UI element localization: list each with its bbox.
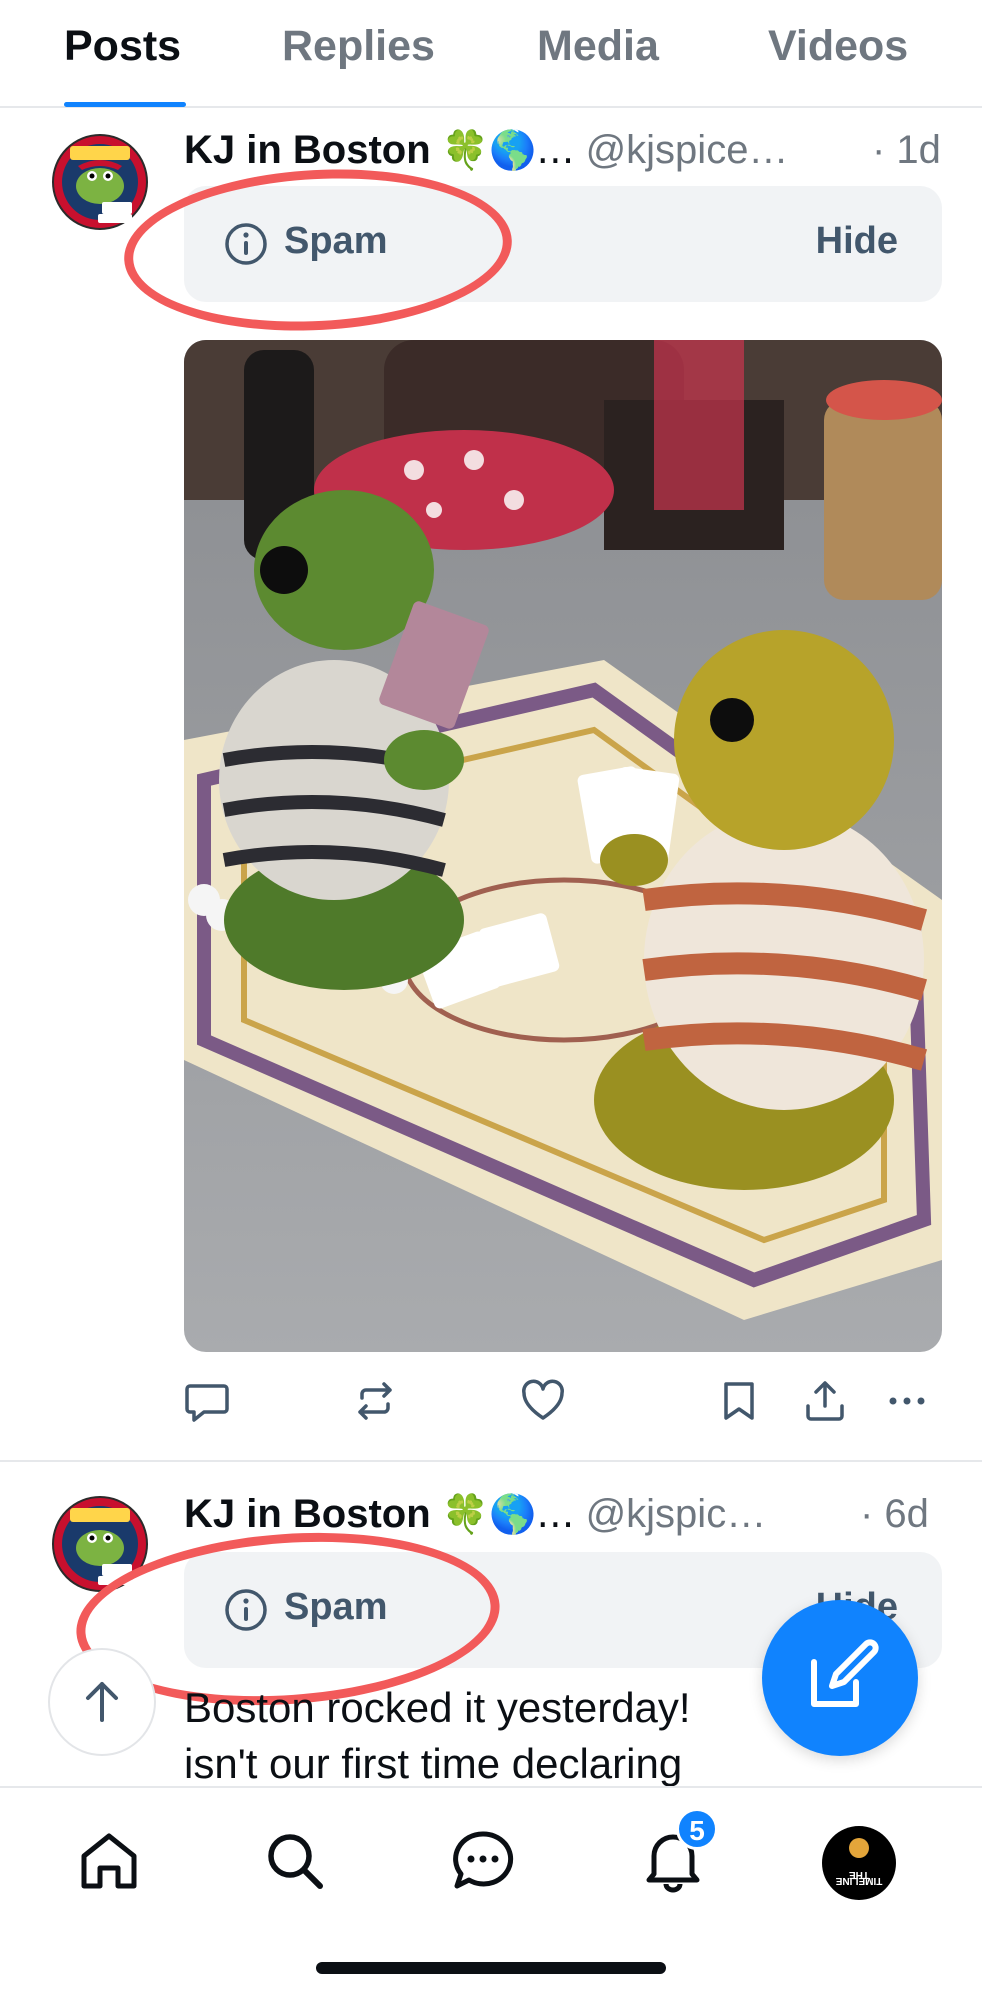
author-name[interactable]: KJ in Boston (184, 1492, 431, 1536)
author-handle[interactable]: @kjspice… (586, 128, 789, 172)
author-name[interactable]: KJ in Boston (184, 128, 431, 172)
post-image[interactable] (184, 340, 942, 1352)
tab-posts[interactable]: Posts (64, 22, 181, 71)
home-indicator (316, 1962, 666, 1974)
compose-button[interactable] (762, 1600, 918, 1756)
post-text-line: Boston rocked it yesterday! (184, 1684, 691, 1731)
scroll-to-top-button[interactable] (48, 1648, 156, 1756)
profile-avatar[interactable]: THE TIMELINE (822, 1826, 896, 1900)
post-header: KJ in Boston 🍀🌎… @kjspice… (184, 128, 788, 173)
post-text-line: isn't our first time declaring (184, 1740, 683, 1787)
avatar[interactable] (48, 130, 152, 234)
tab-videos[interactable]: Videos (768, 22, 908, 71)
profile-tabs: Posts Replies Media Videos (0, 0, 982, 108)
tab-media[interactable]: Media (537, 22, 659, 71)
post-timestamp[interactable]: · 6d (860, 1492, 929, 1537)
post-actions (184, 1378, 942, 1428)
home-icon[interactable] (76, 1828, 142, 1894)
profile-avatar-image: THE TIMELINE (835, 1838, 882, 1886)
bookmark-icon[interactable] (716, 1378, 762, 1424)
search-icon[interactable] (262, 1828, 328, 1894)
annotation-circle (120, 159, 516, 341)
like-icon[interactable] (520, 1378, 566, 1424)
more-icon[interactable] (884, 1378, 930, 1424)
author-emojis: 🍀🌎… (441, 1492, 575, 1536)
active-tab-indicator (64, 102, 186, 107)
share-icon[interactable] (802, 1378, 848, 1424)
author-emojis: 🍀🌎… (441, 128, 575, 172)
repost-icon[interactable] (352, 1378, 398, 1424)
feed-post[interactable]: KJ in Boston 🍀🌎… @kjspice… · 1d Spam Hid… (0, 108, 982, 1462)
svg-text:TIMELINE: TIMELINE (835, 1875, 882, 1886)
reply-icon[interactable] (184, 1378, 230, 1424)
arrow-up-icon (86, 1682, 118, 1722)
notification-badge: 5 (676, 1808, 718, 1850)
post-timestamp[interactable]: · 1d (872, 128, 941, 173)
hide-button[interactable]: Hide (816, 220, 898, 263)
author-handle[interactable]: @kjspic… (586, 1492, 767, 1536)
compose-icon (811, 1639, 879, 1707)
post-header: KJ in Boston 🍀🌎… @kjspic… (184, 1492, 766, 1537)
tab-replies[interactable]: Replies (282, 22, 435, 71)
chat-icon[interactable] (450, 1828, 516, 1894)
